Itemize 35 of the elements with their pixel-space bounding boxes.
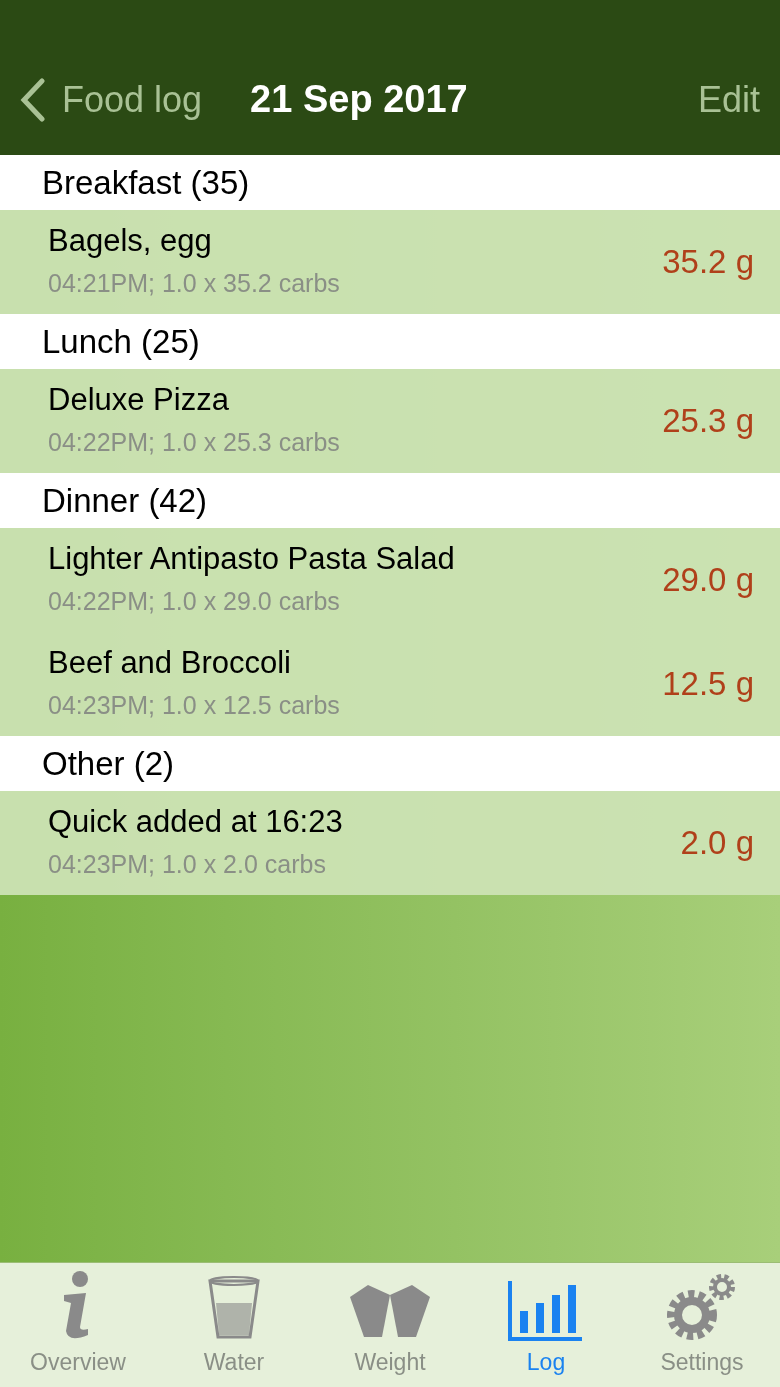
food-detail: 04:22PM; 1.0 x 25.3 carbs (48, 426, 341, 458)
tab[interactable]: Overview (0, 1263, 156, 1387)
carb-amount: 35.2 g (662, 242, 754, 283)
food-detail: 04:21PM; 1.0 x 35.2 carbs (48, 267, 341, 299)
food-entry[interactable]: Bagels, egg 04:21PM; 1.0 x 35.2 carbs 35.2 g (0, 210, 780, 314)
food-detail: 04:23PM; 1.0 x 2.0 carbs (48, 848, 327, 880)
carb-amount: 2.0 g (680, 823, 754, 864)
tab[interactable]: Log (468, 1263, 624, 1387)
tab[interactable]: Settings (624, 1263, 780, 1387)
tab[interactable]: Weight (312, 1263, 468, 1387)
back-chevron-icon (20, 77, 46, 122)
carb-amount: 12.5 g (662, 664, 754, 705)
section-title: Breakfast (35) (42, 162, 250, 203)
food-name: Lighter Antipasto Pasta Salad (48, 539, 456, 578)
food-entry[interactable]: Quick added at 16:23 04:23PM; 1.0 x 2.0 carbs 2.0 g (0, 791, 780, 895)
food-name: Bagels, egg (48, 221, 213, 260)
food-entry[interactable]: Lighter Antipasto Pasta Salad 04:22PM; 1.0 x 29.0 carbs 29.0 g (0, 528, 780, 632)
food-name: Quick added at 16:23 (48, 802, 344, 841)
section-title: Lunch (25) (42, 321, 200, 362)
nav-title: 21 Sep 2017 (250, 77, 468, 122)
bar-chart-icon (508, 1280, 584, 1341)
food-detail: 04:23PM; 1.0 x 12.5 carbs (48, 689, 341, 721)
carb-amount: 29.0 g (662, 560, 754, 601)
food-entry[interactable]: Deluxe Pizza 04:22PM; 1.0 x 25.3 carbs 25.3 g (0, 369, 780, 473)
food-detail: 04:22PM; 1.0 x 29.0 carbs (48, 585, 341, 617)
settings-icon (666, 1272, 738, 1341)
carb-amount: 25.3 g (662, 401, 754, 442)
food-entry[interactable]: Beef and Broccoli 04:23PM; 1.0 x 12.5 carbs 12.5 g (0, 632, 780, 736)
section-title: Other (2) (42, 743, 175, 784)
section-title: Dinner (42) (42, 480, 208, 521)
edit-button[interactable]: Edit (697, 72, 760, 127)
food-name: Deluxe Pizza (48, 380, 230, 419)
food-name: Beef and Broccoli (48, 643, 292, 682)
back-button[interactable]: Food log (20, 72, 203, 127)
tab[interactable]: Water (156, 1263, 312, 1387)
